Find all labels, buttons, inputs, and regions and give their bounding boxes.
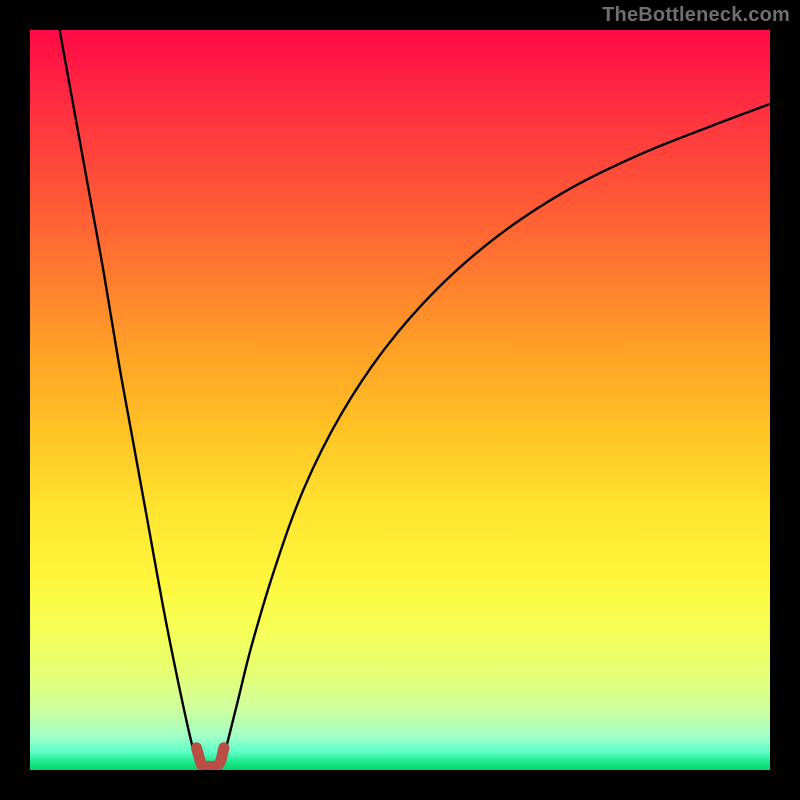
chart-frame: TheBottleneck.com [0, 0, 800, 800]
curve-layer [30, 30, 770, 770]
curve-right-arm [221, 104, 770, 766]
watermark-text: TheBottleneck.com [602, 4, 790, 27]
curve-left-arm [60, 30, 200, 766]
floor-marker [197, 748, 224, 767]
plot-area [30, 30, 770, 770]
